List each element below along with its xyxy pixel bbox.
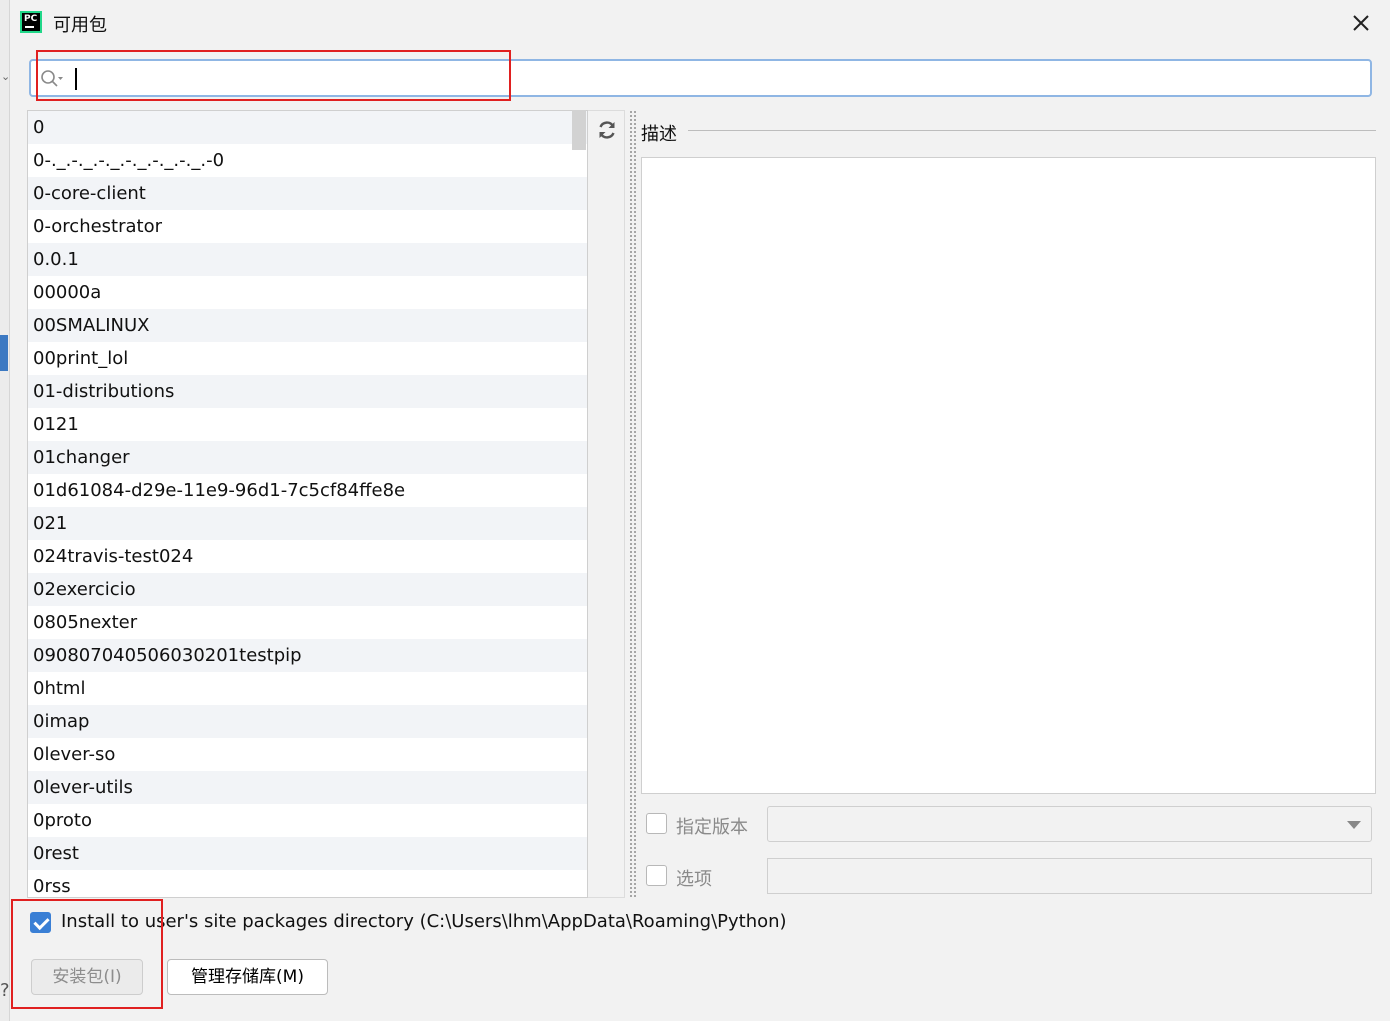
list-item[interactable]: 0proto <box>28 804 587 837</box>
specify-version-checkbox[interactable] <box>646 813 667 834</box>
list-item[interactable]: 0.0.1 <box>28 243 587 276</box>
description-area <box>641 157 1376 794</box>
list-item[interactable]: 090807040506030201testpip <box>28 639 587 672</box>
list-item[interactable]: 01d61084-d29e-11e9-96d1-7c5cf84ffe8e <box>28 474 587 507</box>
list-toolbar <box>588 110 625 898</box>
search-icon[interactable] <box>40 68 64 88</box>
manage-repositories-button[interactable]: 管理存储库(M) <box>167 959 328 995</box>
list-item[interactable]: 01changer <box>28 441 587 474</box>
list-item[interactable]: 0html <box>28 672 587 705</box>
window-title: 可用包 <box>53 15 107 36</box>
description-divider <box>688 130 1376 131</box>
search-input[interactable] <box>81 61 1361 95</box>
options-checkbox[interactable] <box>646 865 667 886</box>
list-item[interactable]: 0-orchestrator <box>28 210 587 243</box>
list-item[interactable]: 0rss <box>28 870 587 897</box>
text-caret <box>75 68 77 90</box>
description-label: 描述 <box>641 124 677 145</box>
pane-splitter[interactable] <box>629 110 638 898</box>
help-icon: ? <box>0 980 10 1001</box>
list-item[interactable]: 0 <box>28 111 587 144</box>
pycharm-logo-icon: PC <box>20 11 42 33</box>
list-scrollbar-thumb[interactable] <box>572 110 586 150</box>
package-list[interactable]: 0 0-._.-._.-._.-._.-._.-._.-0 0-core-cli… <box>27 110 588 898</box>
list-item[interactable]: 021 <box>28 507 587 540</box>
specify-version-label: 指定版本 <box>676 817 748 838</box>
chevron-down-icon <box>1347 821 1361 829</box>
list-item[interactable]: 0rest <box>28 837 587 870</box>
options-input[interactable] <box>767 858 1372 894</box>
list-item[interactable]: 0lever-so <box>28 738 587 771</box>
list-item[interactable]: 02exercicio <box>28 573 587 606</box>
title-bar: PC 可用包 <box>10 0 1390 46</box>
install-package-button[interactable]: 安装包(I) <box>31 959 143 995</box>
install-to-user-checkbox[interactable] <box>30 912 51 933</box>
list-item[interactable]: 00print_lol <box>28 342 587 375</box>
list-item[interactable]: 00SMALINUX <box>28 309 587 342</box>
search-field[interactable] <box>29 59 1372 97</box>
chevron-down-icon: ⌄ <box>1 70 11 83</box>
close-button[interactable] <box>1346 8 1376 38</box>
host-selection-marker <box>0 335 8 371</box>
refresh-icon[interactable] <box>596 119 618 141</box>
options-label: 选项 <box>676 869 712 890</box>
close-icon <box>1353 15 1369 31</box>
host-window-edge: ⌄ ? <box>0 0 10 1021</box>
install-to-user-label: Install to user's site packages director… <box>61 911 787 932</box>
list-item[interactable]: 01-distributions <box>28 375 587 408</box>
list-item[interactable]: 0-core-client <box>28 177 587 210</box>
list-item[interactable]: 024travis-test024 <box>28 540 587 573</box>
list-item[interactable]: 0imap <box>28 705 587 738</box>
list-item[interactable]: 0121 <box>28 408 587 441</box>
list-item[interactable]: 0805nexter <box>28 606 587 639</box>
list-item[interactable]: 0-._.-._.-._.-._.-._.-._.-0 <box>28 144 587 177</box>
list-item[interactable]: 00000a <box>28 276 587 309</box>
version-select[interactable] <box>767 806 1372 842</box>
list-item[interactable]: 0lever-utils <box>28 771 587 804</box>
